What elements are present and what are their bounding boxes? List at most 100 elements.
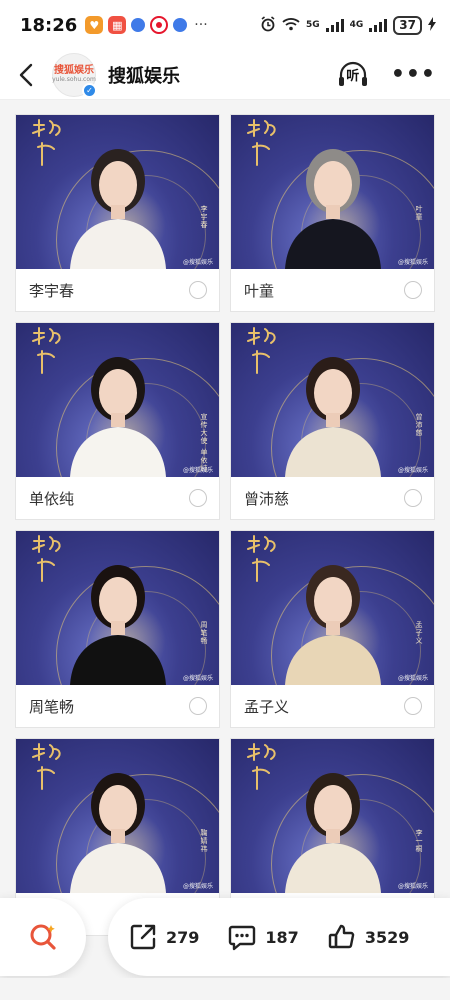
comment-button[interactable]: 187 [227,922,299,952]
author-avatar[interactable]: 搜狐娱乐 yule.sohu.com ✓ [52,52,97,98]
avatar-logo-text: 搜狐娱乐 [54,65,94,76]
status-bar: 18:26 ♥ ▦ ··· 5G 4G 37 [0,0,450,50]
candidate-card[interactable]: 叶童 @搜狐娱乐 叶童 [230,114,435,312]
person-silhouette [284,565,381,685]
vote-radio-button[interactable] [189,281,207,299]
article-header: 搜狐娱乐 yule.sohu.com ✓ 搜狐娱乐 听 ••• [0,50,450,100]
person-silhouette [284,357,381,477]
candidate-name: 叶童 [244,281,275,300]
poster-name-label: 鞠婧祎 [200,829,208,853]
comment-icon [229,925,256,951]
back-button[interactable] [14,60,38,90]
person-silhouette [69,565,166,685]
poster-watermark: @搜狐娱乐 [182,883,213,890]
person-silhouette [69,773,166,893]
candidate-card[interactable]: 曾沛慈 @搜狐娱乐 曾沛慈 [230,322,435,520]
candidate-footer: 叶童 [231,269,434,311]
status-time: 18:26 [20,14,78,36]
candidate-name: 曾沛慈 [244,489,290,508]
candidate-name: 周笔畅 [29,697,75,716]
listen-button[interactable]: 听 [337,60,369,90]
comment-count: 187 [265,927,299,947]
vote-radio-button[interactable] [404,489,422,507]
candidate-footer: 孟子义 [231,685,434,727]
bottom-action-bar: 279 187 3529 [0,898,450,978]
candidate-footer: 周笔畅 [16,685,219,727]
poster-name-label: 李宇春 [200,205,208,229]
poster-name-label: 叶童 [415,205,423,221]
like-button[interactable]: 3529 [327,922,410,952]
share-count: 279 [166,927,200,947]
signal-icon [325,18,344,32]
poster-watermark: @搜狐娱乐 [182,259,213,266]
person-silhouette [284,773,381,893]
candidate-card[interactable]: 孟子义 @搜狐娱乐 孟子义 [230,530,435,728]
poster-name-label: 宣传大使 单依纯 [200,413,208,473]
candidate-footer: 曾沛慈 [231,477,434,519]
candidate-photo: 鞠婧祎 @搜狐娱乐 [16,739,219,893]
wifi-icon [282,17,300,34]
poster-watermark: @搜狐娱乐 [397,675,428,682]
engagement-actions: 279 187 3529 [108,898,450,976]
more-notifications-icon: ··· [194,17,208,33]
network-label-1: 5G [305,20,320,30]
poster-name-label: 周笔畅 [200,621,208,645]
notification-app-icon [131,18,146,32]
network-label-2: 4G [349,20,364,30]
candidate-photo: 叶童 @搜狐娱乐 [231,115,434,269]
author-name[interactable]: 搜狐娱乐 [108,62,180,88]
vote-grid: 李宇春 @搜狐娱乐 李宇春 叶童 @搜狐娱乐 叶童 宣传大使 单依纯 @搜狐娱乐… [15,114,435,936]
poster-name-label: 曾沛慈 [415,413,423,437]
candidate-card[interactable]: 宣传大使 单依纯 @搜狐娱乐 单依纯 [15,322,220,520]
poster-name-label: 孟子义 [415,621,423,645]
poster-watermark: @搜狐娱乐 [397,883,428,890]
candidate-footer: 单依纯 [16,477,219,519]
like-count: 3529 [364,927,410,947]
notification-app-icon [173,18,188,32]
search-icon [30,924,56,950]
back-arrow-icon [19,63,33,86]
candidate-card[interactable]: 李宇春 @搜狐娱乐 李宇春 [15,114,220,312]
poster-watermark: @搜狐娱乐 [397,467,428,474]
notification-app-icon: ▦ [108,16,127,34]
poster-name-label: 李一桐 [415,829,423,853]
candidate-photo: 孟子义 @搜狐娱乐 [231,531,434,685]
article-content: 李宇春 @搜狐娱乐 李宇春 叶童 @搜狐娱乐 叶童 宣传大使 单依纯 @搜狐娱乐… [0,100,450,1000]
candidate-card[interactable]: 周笔畅 @搜狐娱乐 周笔畅 [15,530,220,728]
more-options-icon[interactable]: ••• [391,63,436,85]
header-actions: 听 ••• [337,60,436,90]
candidate-photo: 周笔畅 @搜狐娱乐 [16,531,219,685]
ai-search-button[interactable] [0,898,86,976]
thumbs-up-icon [328,924,355,949]
poster-watermark: @搜狐娱乐 [397,259,428,266]
system-nav-area [0,978,450,1000]
vote-radio-button[interactable] [404,697,422,715]
candidate-footer: 李宇春 [16,269,219,311]
candidate-photo: 宣传大使 单依纯 @搜狐娱乐 [16,323,219,477]
notification-app-icon: ♥ [85,16,104,34]
charging-icon [428,16,436,34]
poster-watermark: @搜狐娱乐 [182,467,213,474]
candidate-photo: 李一桐 @搜狐娱乐 [231,739,434,893]
alarm-icon [260,15,276,35]
battery-indicator: 37 [393,15,422,35]
candidate-name: 孟子义 [244,697,290,716]
candidate-photo: 曾沛慈 @搜狐娱乐 [231,323,434,477]
listen-label: 听 [346,69,360,84]
vote-radio-button[interactable] [404,281,422,299]
vote-radio-button[interactable] [189,489,207,507]
candidate-photo: 李宇春 @搜狐娱乐 [16,115,219,269]
person-silhouette [69,357,166,477]
weibo-icon [150,16,169,34]
candidate-name: 李宇春 [29,281,75,300]
candidate-name: 单依纯 [29,489,75,508]
vote-radio-button[interactable] [189,697,207,715]
status-right: 5G 4G 37 [260,15,436,35]
verified-badge-icon: ✓ [82,82,97,98]
share-icon [130,924,156,950]
person-silhouette [284,149,381,269]
share-button[interactable]: 279 [128,922,199,952]
poster-watermark: @搜狐娱乐 [182,675,213,682]
person-silhouette [69,149,166,269]
signal-icon [369,18,388,32]
